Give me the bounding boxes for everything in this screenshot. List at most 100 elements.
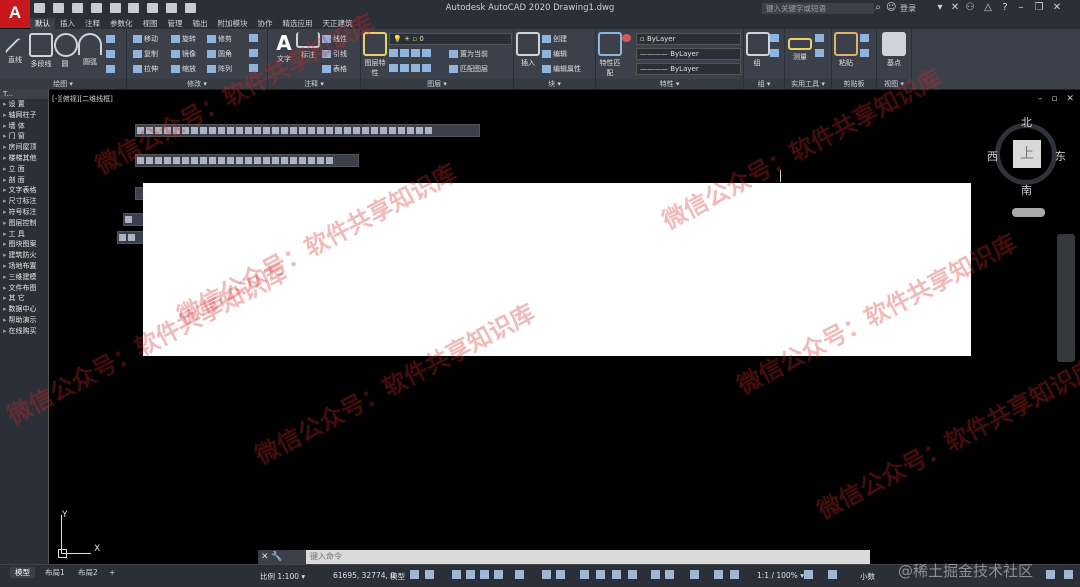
layer-tools-row-2[interactable] <box>389 64 433 72</box>
new-file-icon[interactable] <box>34 3 45 13</box>
palette-item[interactable]: ▸ 文字表格 <box>0 185 48 196</box>
cloud-open-icon[interactable] <box>109 3 121 13</box>
cut-icon[interactable] <box>860 34 871 42</box>
panel-groups-title[interactable]: 组 ▾ <box>744 79 784 89</box>
compass-south[interactable]: 南 <box>1021 182 1032 198</box>
group-button[interactable]: 组 <box>746 32 770 68</box>
palette-item[interactable]: ▸ 楼梯其他 <box>0 153 48 164</box>
cloud-save-icon[interactable] <box>128 3 140 13</box>
undo-icon[interactable] <box>166 3 178 13</box>
viewcube-top-face[interactable]: 上 <box>1013 140 1041 168</box>
tab-collaborate[interactable]: 协作 <box>253 18 278 29</box>
autocad-logo[interactable]: A <box>0 0 30 28</box>
floating-toolbar-2[interactable] <box>135 154 359 167</box>
array-button[interactable]: 阵列 <box>207 64 232 74</box>
panel-layers-title[interactable]: 图层 ▾ <box>361 79 513 89</box>
set-current-button[interactable]: 置为当前 <box>449 49 488 59</box>
tab-manage[interactable]: 管理 <box>163 18 188 29</box>
transparency-icon[interactable] <box>596 570 605 579</box>
match-properties-button[interactable]: 特性匹配 <box>598 32 622 78</box>
edit-attributes-button[interactable]: 编辑属性 <box>542 64 581 74</box>
palette-item[interactable]: ▸ 文件布图 <box>0 283 48 294</box>
match-layer-button[interactable]: 匹配图层 <box>449 64 488 74</box>
panel-draw-title[interactable]: 绘图 ▾ <box>0 79 126 89</box>
create-block-button[interactable]: 创建 <box>542 34 567 44</box>
restore-icon[interactable]: ❐ <box>1034 3 1044 13</box>
palette-item[interactable]: ▸ 立 面 <box>0 164 48 175</box>
auto-scale-icon[interactable] <box>730 570 739 579</box>
ortho-icon[interactable] <box>480 570 489 579</box>
linear-button[interactable]: 线性 <box>322 34 347 44</box>
gizmo-icon[interactable] <box>690 570 699 579</box>
command-input[interactable]: 键入命令 <box>310 550 865 564</box>
scale-button[interactable]: 缩放 <box>171 64 196 74</box>
minimize-icon[interactable]: – <box>1016 3 1026 13</box>
explode-icon[interactable] <box>249 49 260 57</box>
fillet-button[interactable]: 圆角 <box>207 49 232 59</box>
save-icon[interactable] <box>71 3 83 13</box>
add-layout-button[interactable]: + <box>104 567 120 578</box>
calculator-icon[interactable] <box>815 34 826 42</box>
offset-icon[interactable] <box>249 64 260 72</box>
panel-annotation-title[interactable]: 注释 ▾ <box>268 79 360 89</box>
annotation-monitor-icon[interactable] <box>828 570 837 579</box>
annotation-visibility-icon[interactable] <box>714 570 723 579</box>
viewport-label[interactable]: [-][俯视][二维线框] <box>52 94 113 104</box>
color-dropdown[interactable]: ▫ ByLayer <box>636 33 741 45</box>
lineweight-icon[interactable] <box>580 570 589 579</box>
tab-addins[interactable]: 附加模块 <box>213 18 253 29</box>
tab-annotate[interactable]: 注释 <box>80 18 105 29</box>
panel-modify-title[interactable]: 修改 ▾ <box>127 79 267 89</box>
customize-icon[interactable] <box>1064 570 1073 579</box>
line-button[interactable]: 直线 <box>2 33 28 65</box>
move-button[interactable]: 移动 <box>133 34 158 44</box>
leader-button[interactable]: 引线 <box>322 49 347 59</box>
tab-layout1[interactable]: 布局1 <box>40 567 70 578</box>
panel-clipboard-title[interactable]: 剪贴板 <box>832 79 876 89</box>
tab-default[interactable]: 默认 <box>30 18 55 29</box>
ellipse-icon[interactable] <box>106 65 117 73</box>
tab-parametric[interactable]: 参数化 <box>105 18 138 29</box>
help-icon[interactable]: ? <box>1000 3 1010 13</box>
edit-block-button[interactable]: 编辑 <box>542 49 567 59</box>
tab-view[interactable]: 视图 <box>138 18 163 29</box>
infer-icon[interactable] <box>452 570 461 579</box>
copy-button[interactable]: 复制 <box>133 49 158 59</box>
tab-layout2[interactable]: 布局2 <box>73 567 103 578</box>
wcs-menu[interactable] <box>1012 208 1045 217</box>
polyline-button[interactable]: 多段线 <box>28 33 54 69</box>
table-button[interactable]: 表格 <box>322 64 347 74</box>
redo-icon[interactable] <box>185 3 196 13</box>
tab-tangent[interactable]: 天正建筑 <box>318 18 358 29</box>
compass-west[interactable]: 西 <box>987 148 998 164</box>
palette-item[interactable]: ▸ 在线购买 <box>0 326 48 337</box>
floating-toolbar-1[interactable] <box>135 124 480 137</box>
model-space-toggle[interactable]: 模型 <box>390 571 405 582</box>
palette-item[interactable]: ▸ 场地布置 <box>0 261 48 272</box>
app-store-icon[interactable]: ✕ <box>950 3 960 13</box>
annotation-scale-ratio[interactable]: 1:1 / 100% ▾ <box>757 571 804 580</box>
palette-item[interactable]: ▸ 门 窗 <box>0 131 48 142</box>
palette-item[interactable]: ▸ 尺寸标注 <box>0 196 48 207</box>
palette-item[interactable]: ▸ 数据中心 <box>0 304 48 315</box>
panel-view-title[interactable]: 视图 ▾ <box>877 79 911 89</box>
palette-item[interactable]: ▸ 符号标注 <box>0 207 48 218</box>
dimension-button[interactable]: 标注 <box>296 32 320 60</box>
snap-icon[interactable] <box>425 570 434 579</box>
palette-item[interactable]: ▸ 工 具 <box>0 229 48 240</box>
palette-item[interactable]: ▸ 三维建模 <box>0 272 48 283</box>
floating-toolbar-5[interactable] <box>117 231 145 244</box>
palette-item[interactable]: ▸ 墙 体 <box>0 121 48 132</box>
tab-output[interactable]: 输出 <box>188 18 213 29</box>
coordinates-readout[interactable]: 61695, 32774, 0 <box>333 571 395 580</box>
lineweight-dropdown[interactable]: ———— ByLayer <box>636 63 741 75</box>
palette-item[interactable]: ▸ 图块图案 <box>0 239 48 250</box>
connect-icon[interactable]: ⚇ <box>965 3 975 13</box>
viewport-window-controls[interactable]: – ▫ ✕ <box>1038 94 1077 104</box>
isodraft-icon[interactable] <box>515 570 524 579</box>
open-file-icon[interactable] <box>52 3 64 13</box>
rotate-button[interactable]: 旋转 <box>171 34 196 44</box>
base-point-button[interactable]: 基点 <box>880 32 908 68</box>
search-input[interactable]: 键入关键字或短语 <box>762 3 874 14</box>
ucs-dynamic-icon[interactable] <box>651 570 660 579</box>
